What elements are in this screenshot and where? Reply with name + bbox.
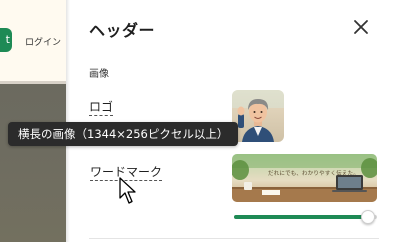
panel-title: ヘッダー xyxy=(89,21,156,40)
background-green-button[interactable]: t xyxy=(0,28,12,52)
image-size-slider[interactable] xyxy=(234,210,377,224)
background-photo xyxy=(0,84,66,242)
wordmark-image-text: だれにでも、わかりやすく伝えた。 xyxy=(268,171,360,177)
wordmark-illustration xyxy=(232,154,377,202)
logo-illustration xyxy=(232,90,284,142)
login-link[interactable]: ログイン xyxy=(25,35,61,48)
background-topbar: t ログイン xyxy=(0,0,66,81)
logo-label: ロゴ xyxy=(89,100,114,116)
close-button[interactable] xyxy=(350,16,372,38)
section-label-images: 画像 xyxy=(89,69,109,80)
close-icon xyxy=(354,20,368,34)
wordmark-image[interactable]: だれにでも、わかりやすく伝えた。 xyxy=(232,154,377,202)
background-app: t ログイン xyxy=(0,0,66,242)
mouse-cursor-icon xyxy=(119,177,136,204)
slider-fill xyxy=(234,215,368,219)
tooltip: 横長の画像（1344×256ピクセル以上） xyxy=(8,122,239,146)
logo-image[interactable] xyxy=(232,90,284,142)
section-divider xyxy=(89,238,379,239)
header-settings-panel: ヘッダー 画像 ロゴ ワードマーク だれにでも、わかりやすく伝えた。 xyxy=(70,0,394,242)
slider-thumb[interactable] xyxy=(361,210,375,224)
